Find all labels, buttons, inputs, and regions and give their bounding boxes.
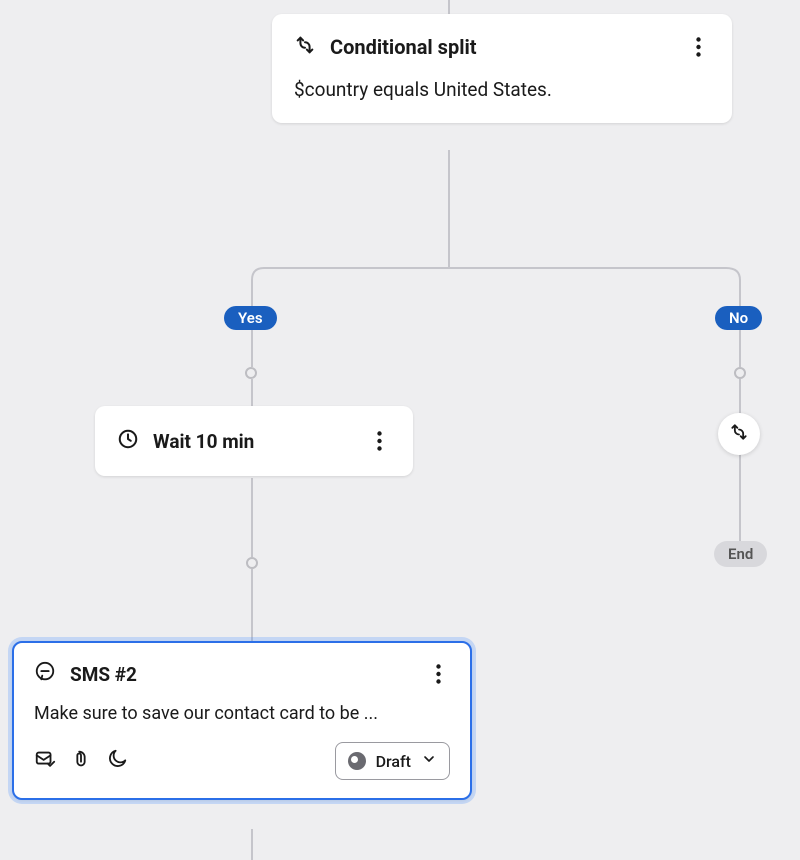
status-select[interactable]: Draft <box>335 742 450 780</box>
wait-title: Wait 10 min <box>153 430 353 453</box>
message-icon <box>34 661 56 687</box>
conditional-more-button[interactable] <box>686 35 710 59</box>
wait-more-button[interactable] <box>367 429 391 453</box>
branch-yes-pill: Yes <box>224 306 277 330</box>
branch-no-pill: No <box>715 306 762 330</box>
sms-title: SMS #2 <box>70 663 412 686</box>
add-branch-node[interactable] <box>718 413 760 455</box>
attachment-icon <box>70 748 92 774</box>
split-icon <box>729 422 749 446</box>
sms-more-button[interactable] <box>426 662 450 686</box>
status-dot-icon <box>348 752 366 770</box>
status-label: Draft <box>376 752 411 771</box>
split-icon <box>294 34 316 60</box>
moon-icon <box>106 748 128 774</box>
more-vertical-icon <box>696 37 701 57</box>
branch-end-pill: End <box>714 541 767 567</box>
conditional-title: Conditional split <box>330 35 672 59</box>
sms-preview: Make sure to save our contact card to be… <box>34 703 450 724</box>
connector-dot <box>734 367 746 379</box>
wait-card[interactable]: Wait 10 min <box>95 406 413 476</box>
conditional-split-card[interactable]: Conditional split $country equals United… <box>272 14 732 123</box>
connector-dot <box>245 367 257 379</box>
connector-dot <box>246 557 258 569</box>
more-vertical-icon <box>377 431 382 451</box>
conditional-expression: $country equals United States. <box>294 78 710 101</box>
chevron-down-icon <box>421 751 437 771</box>
sms-card[interactable]: SMS #2 Make sure to save our contact car… <box>12 641 472 800</box>
envelope-check-icon <box>34 748 56 774</box>
more-vertical-icon <box>436 664 441 684</box>
clock-icon <box>117 428 139 454</box>
